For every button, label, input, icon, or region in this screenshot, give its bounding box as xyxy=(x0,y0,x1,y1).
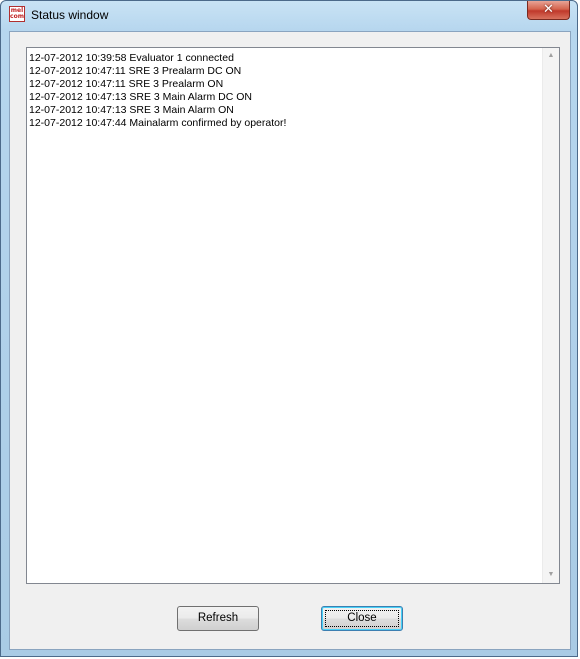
window-title: Status window xyxy=(31,8,109,22)
close-button-label: Close xyxy=(325,610,399,627)
refresh-button[interactable]: Refresh xyxy=(177,606,259,631)
status-window: mel com Status window ✕ 12-07-2012 10:39… xyxy=(0,0,578,657)
dialog-client-area: 12-07-2012 10:39:58 Evaluator 1 connecte… xyxy=(9,31,571,650)
log-entry[interactable]: 12-07-2012 10:47:44 Mainalarm confirmed … xyxy=(29,117,541,130)
vertical-scrollbar[interactable]: ▲ ▼ xyxy=(542,48,559,583)
log-entry[interactable]: 12-07-2012 10:47:13 SRE 3 Main Alarm ON xyxy=(29,104,541,117)
log-entry[interactable]: 12-07-2012 10:47:11 SRE 3 Prealarm DC ON xyxy=(29,65,541,78)
app-logo-icon[interactable]: mel com xyxy=(9,6,25,22)
close-icon: ✕ xyxy=(543,2,554,17)
log-entry[interactable]: 12-07-2012 10:39:58 Evaluator 1 connecte… xyxy=(29,52,541,65)
status-log-lines: 12-07-2012 10:39:58 Evaluator 1 connecte… xyxy=(29,52,541,130)
app-logo-text-bottom: com xyxy=(10,13,24,20)
scroll-down-arrow-icon[interactable]: ▼ xyxy=(543,567,559,583)
close-button[interactable]: Close xyxy=(321,606,403,631)
scroll-up-arrow-icon[interactable]: ▲ xyxy=(543,48,559,64)
title-bar[interactable]: mel com Status window ✕ xyxy=(1,1,577,31)
log-entry[interactable]: 12-07-2012 10:47:11 SRE 3 Prealarm ON xyxy=(29,78,541,91)
status-log-listbox[interactable]: 12-07-2012 10:39:58 Evaluator 1 connecte… xyxy=(26,47,560,584)
log-entry[interactable]: 12-07-2012 10:47:13 SRE 3 Main Alarm DC … xyxy=(29,91,541,104)
window-close-button[interactable]: ✕ xyxy=(527,1,570,20)
